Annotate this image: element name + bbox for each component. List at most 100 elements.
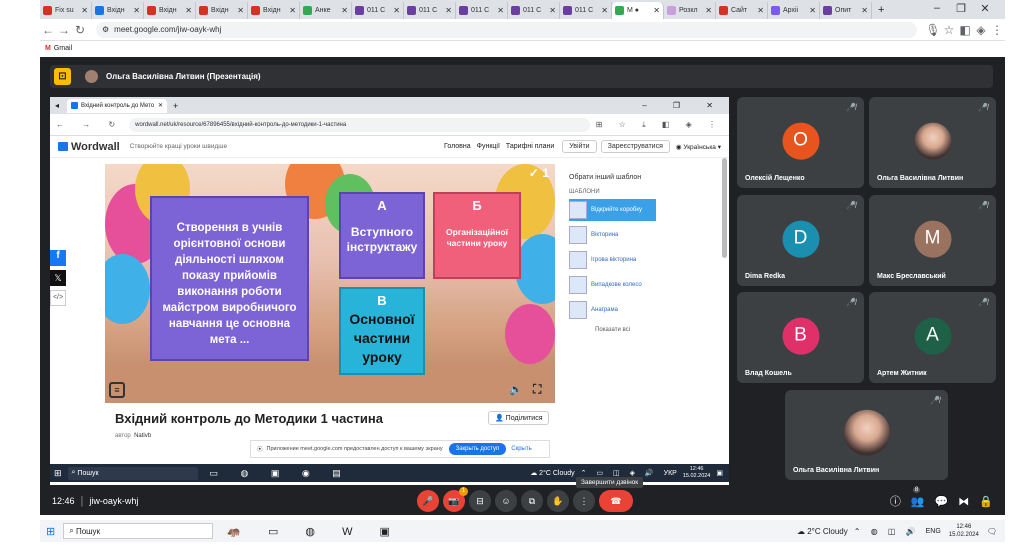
fullscreen-icon[interactable]: ⛶	[533, 382, 541, 397]
activities-icon[interactable]: ⧓	[958, 495, 969, 508]
mic-toggle-button[interactable]: 🎤	[417, 490, 439, 512]
tab-close-icon[interactable]: ✕	[497, 6, 504, 15]
inner-notification-icon[interactable]: ▣	[716, 469, 723, 477]
template-wheel[interactable]: Випадкове колесо	[569, 274, 656, 296]
volume-icon[interactable]: 🔈	[509, 383, 523, 396]
browser-tab[interactable]: Розкл ✕	[664, 2, 716, 19]
tray-icons[interactable]: ⌃ ◍ ◫ 🔊	[854, 527, 920, 536]
answer-a[interactable]: А Вступного інструктажу	[339, 192, 425, 279]
start-icon[interactable]: ⊞	[46, 525, 55, 538]
participant-tile[interactable]: 🎤̸ D Dima Redka	[737, 195, 864, 286]
browser-tab[interactable]: 011 С ✕	[352, 2, 404, 19]
template-open-box[interactable]: Відкрийте коробку	[569, 199, 656, 221]
end-call-button[interactable]: ☎	[599, 490, 633, 512]
inner-weather[interactable]: ☁ 2°C Cloudy	[530, 469, 574, 477]
inner-nav-icons[interactable]: ← → ↻	[56, 120, 123, 129]
people-icon[interactable]: 👥 8	[911, 486, 925, 508]
nav-pricing[interactable]: Тарифні плани	[506, 143, 554, 150]
taskbar-search-box[interactable]: ⌕ Пошук	[63, 523, 214, 539]
weather-widget[interactable]: ☁ 2°C Cloudy	[797, 527, 848, 536]
participant-tile[interactable]: 🎤̸ A Артем Житник	[869, 292, 996, 383]
embed-share-button[interactable]: </>	[50, 290, 66, 306]
template-anagram[interactable]: Анаграма	[569, 299, 656, 321]
browser-tab[interactable]: Опит ✕	[820, 2, 872, 19]
show-all-link[interactable]: Показати всі	[563, 327, 662, 333]
tab-close-icon[interactable]: ✕	[185, 6, 192, 15]
browser-tab[interactable]: 011 С ✕	[508, 2, 560, 19]
inner-tab[interactable]: Вхідний контроль до Мето ✕	[67, 98, 168, 113]
author-link[interactable]: Nativb	[134, 433, 151, 439]
sidepanel-icon[interactable]: ◧	[957, 23, 973, 37]
self-tile[interactable]: 🎤̸ Ольга Василівна Литвин	[785, 390, 948, 480]
tab-close-icon[interactable]: ✕	[861, 6, 868, 15]
tab-close-icon[interactable]: ✕	[133, 6, 140, 15]
site-info-icon[interactable]: ⚙	[102, 25, 109, 34]
login-button[interactable]: Увійти	[562, 140, 597, 153]
template-game-quiz[interactable]: Ігрова вікторина	[569, 249, 656, 271]
extension-icon[interactable]: ◈	[973, 23, 989, 37]
register-button[interactable]: Зареєструватися	[600, 140, 670, 153]
tab-close-icon[interactable]: ✕	[549, 6, 556, 15]
minimize-button[interactable]: –	[925, 2, 949, 15]
inner-url-input[interactable]: wordwall.net/uk/resource/67896455/вхідни…	[129, 117, 590, 132]
inner-start-icon[interactable]: ⊞	[54, 468, 62, 479]
lock-icon[interactable]: 🔒	[979, 495, 993, 508]
more-options-button[interactable]: ⋮	[573, 490, 595, 512]
browser-tab[interactable]: Вхідн ✕	[196, 2, 248, 19]
browser-tab[interactable]: Архіі ✕	[768, 2, 820, 19]
url-input[interactable]: ⚙ meet.google.com/jiw-oayk-whj	[96, 21, 917, 38]
close-window-button[interactable]: ✕	[973, 2, 997, 15]
answer-c[interactable]: В Основної частини уроку	[339, 287, 425, 375]
notification-icon[interactable]: 🗨	[987, 527, 997, 536]
captions-button[interactable]: ⊟	[469, 490, 491, 512]
present-button[interactable]: ⧉	[521, 490, 543, 512]
emoji-button[interactable]: ☺	[495, 490, 517, 512]
browser-tab[interactable]: 011 С ✕	[560, 2, 612, 19]
new-tab-button[interactable]: +	[878, 4, 884, 16]
inner-tab-close-icon[interactable]: ✕	[158, 102, 163, 109]
language-select[interactable]: ◉ Українська ▾	[676, 143, 721, 151]
hide-banner-link[interactable]: Скрыть	[511, 446, 531, 452]
browser-tab[interactable]: 011 С ✕	[456, 2, 508, 19]
browser-tab[interactable]: 011 С ✕	[404, 2, 456, 19]
scrollbar[interactable]	[722, 158, 727, 258]
taskbar-clock[interactable]: 12:46 15.02.2024	[949, 523, 979, 539]
taskbar-lang[interactable]: ENG	[926, 528, 941, 535]
forward-icon[interactable]: →	[56, 23, 72, 37]
browser-tab[interactable]: Вхідн ✕	[144, 2, 196, 19]
browser-tab[interactable]: Fix su ✕	[40, 2, 92, 19]
tab-close-icon[interactable]: ✕	[81, 6, 88, 15]
x-share-button[interactable]: 𝕏	[50, 270, 66, 286]
reload-icon[interactable]: ↻	[72, 23, 88, 37]
participant-tile[interactable]: 🎤̸ B Влад Кошель	[737, 292, 864, 383]
template-quiz[interactable]: Вікторина	[569, 224, 656, 246]
inner-search-box[interactable]: ⌕ Пошук	[67, 466, 198, 480]
inner-back-icon[interactable]: ◂	[55, 101, 59, 110]
inner-clock[interactable]: 12:46 15.02.2024	[683, 466, 711, 480]
browser-tab[interactable]: Вхідн ✕	[248, 2, 300, 19]
participant-tile[interactable]: 🎤̸ Ольга Василівна Литвин	[869, 97, 996, 188]
tab-close-icon[interactable]: ✕	[237, 6, 244, 15]
tab-close-icon[interactable]: ✕	[705, 6, 712, 15]
game-menu-icon[interactable]: ≡	[109, 382, 125, 398]
tab-close-icon[interactable]: ✕	[601, 6, 608, 15]
browser-tab[interactable]: Вхідн ✕	[92, 2, 144, 19]
inner-taskbar-apps[interactable]: ▭ ◍ ▣ ◉ ▤	[210, 468, 351, 479]
chat-icon[interactable]: 💬	[935, 495, 949, 508]
nav-features[interactable]: Функції	[477, 143, 500, 150]
menu-icon[interactable]: ⋮	[989, 23, 1005, 37]
tab-close-icon[interactable]: ✕	[445, 6, 452, 15]
nav-home[interactable]: Головна	[444, 143, 471, 150]
tab-close-icon[interactable]: ✕	[341, 6, 348, 15]
tab-close-icon[interactable]: ✕	[809, 6, 816, 15]
browser-tab[interactable]: М ● ✕	[612, 2, 664, 19]
bookmark-gmail[interactable]: Gmail	[54, 45, 72, 52]
inner-tray-icons[interactable]: ⌃ ▭ ◫ ◈ 🔊	[581, 469, 658, 477]
participant-tile[interactable]: 🎤̸ M Макс Бреславський	[869, 195, 996, 286]
browser-tab[interactable]: Анке ✕	[300, 2, 352, 19]
answer-b[interactable]: Б Організаційної частини уроку	[433, 192, 521, 279]
stop-sharing-button[interactable]: Закрыть доступ	[448, 443, 507, 455]
tab-close-icon[interactable]: ✕	[653, 6, 660, 15]
taskbar-apps[interactable]: 🦛 ▭ ◍ W ▣	[227, 525, 402, 538]
star-icon[interactable]: ☆	[941, 23, 957, 37]
